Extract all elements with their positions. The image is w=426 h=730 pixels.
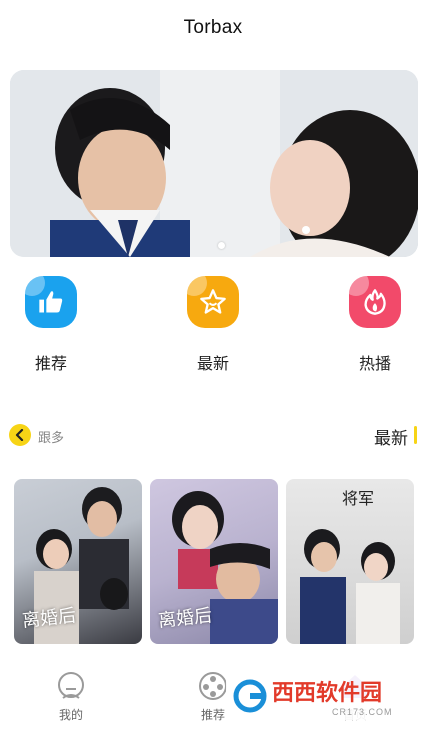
watermark-text: 西西软件园 xyxy=(272,681,383,706)
poster-card[interactable]: 离婚后 xyxy=(150,479,278,644)
category-label: 推荐 xyxy=(34,356,67,373)
app-title: Torbax xyxy=(183,17,243,38)
profile-icon xyxy=(58,672,84,699)
banner-image xyxy=(10,70,418,257)
section-title: 最新 xyxy=(374,429,408,448)
film-reel-icon xyxy=(199,672,227,700)
category-hot[interactable]: 热播 xyxy=(330,276,420,374)
watermark-sub: CR173.COM xyxy=(332,707,393,717)
category-row: 推荐 最新 热播 xyxy=(0,276,426,376)
poster-grid: 离婚后 离婚后 将军 xyxy=(0,479,426,645)
section-accent-bar xyxy=(414,426,417,444)
flame-icon xyxy=(349,276,401,328)
category-latest[interactable]: 最新 xyxy=(168,276,258,374)
star-icon xyxy=(187,276,239,328)
poster-caption: 将军 xyxy=(342,489,375,508)
chevron-left-icon xyxy=(15,429,24,441)
poster-card[interactable]: 将军 xyxy=(286,479,414,644)
more-button[interactable] xyxy=(9,424,31,446)
section-header: 跟多 最新 xyxy=(0,420,426,450)
more-label[interactable]: 跟多 xyxy=(38,427,64,446)
watermark: 西西软件园 CR173.COM xyxy=(226,672,406,720)
thumbs-up-icon xyxy=(25,276,77,328)
category-recommend[interactable]: 推荐 xyxy=(6,276,96,374)
tab-label: 我的 xyxy=(58,708,83,722)
poster-card[interactable]: 离婚后 xyxy=(14,479,142,644)
category-label: 热播 xyxy=(358,356,391,373)
carousel-indicator[interactable] xyxy=(218,242,225,249)
banner-carousel[interactable] xyxy=(10,70,418,257)
tab-label: 推荐 xyxy=(200,708,225,722)
top-bar: Torbax xyxy=(0,0,426,56)
category-label: 最新 xyxy=(196,356,229,373)
logo-icon xyxy=(233,679,267,713)
tab-mine[interactable]: 我的 xyxy=(36,670,106,723)
